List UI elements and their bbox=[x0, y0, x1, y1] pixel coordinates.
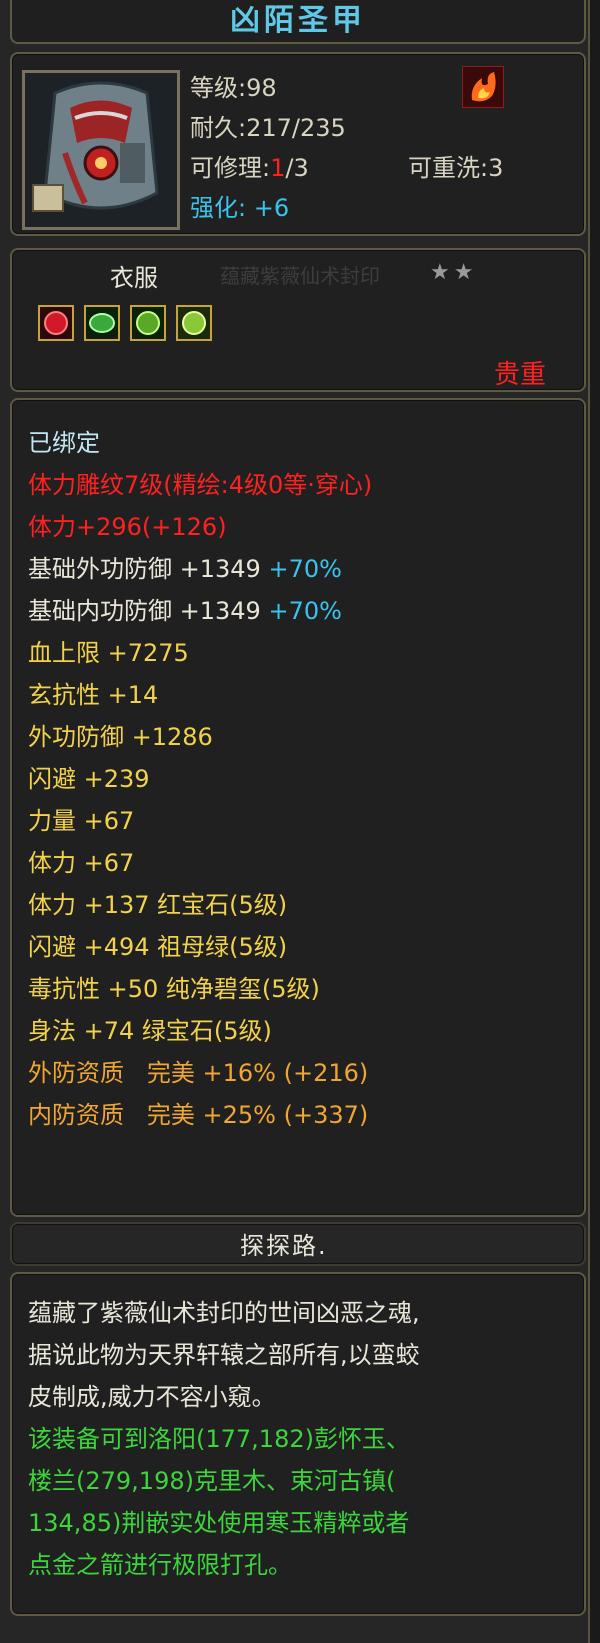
level-value: :98 bbox=[238, 74, 277, 102]
item-type: 衣服 bbox=[110, 264, 158, 292]
hint-line: 楼兰(279,198)克里木、束河古镇( bbox=[28, 1467, 396, 1495]
hint-line: 134,85)荆嵌实处使用寒玉精粹或者 bbox=[28, 1509, 410, 1537]
rewash-label: 可重洗 bbox=[408, 154, 480, 182]
armor-portrait-icon bbox=[22, 70, 180, 230]
repair-row: 可修理:1/3 bbox=[190, 148, 309, 183]
attr-extra: +70% bbox=[268, 597, 342, 625]
ruby-gem-icon bbox=[38, 305, 74, 341]
emerald-gem-icon bbox=[84, 305, 120, 341]
repair-used: 1 bbox=[270, 154, 286, 182]
enhance-row: 强化: +6 bbox=[190, 188, 289, 223]
hidden-text: 蕴藏紫薇仙术封印 bbox=[220, 264, 380, 288]
quality-attr-line: 内防资质 完美 +25% (+337) bbox=[28, 1101, 369, 1129]
base-outer-defense-line: 基础外功防御 +1349 +70% bbox=[28, 554, 342, 584]
item-name: 凶陌圣甲 bbox=[230, 3, 366, 38]
enhance-value: +6 bbox=[253, 194, 290, 222]
attr-line: 血上限 +7275 bbox=[28, 639, 189, 667]
attr-line: 力量 +67 bbox=[28, 807, 135, 835]
gem-attr-line: 身法 +74 绿宝石(5级) bbox=[28, 1017, 272, 1045]
fire-emblem-icon bbox=[461, 65, 505, 109]
repair-label: 可修理 bbox=[190, 154, 262, 182]
quality-attr-line: 外防资质 完美 +16% (+216) bbox=[28, 1059, 369, 1087]
hint-line: 该装备可到洛阳(177,182)彭怀玉、 bbox=[28, 1425, 410, 1453]
attr-value: +1349 bbox=[179, 555, 261, 583]
base-inner-defense-line: 基础内功防御 +1349 +70% bbox=[28, 596, 342, 626]
repair-total: /3 bbox=[285, 154, 309, 182]
attr-line: 外功防御 +1286 bbox=[28, 723, 213, 751]
gem-attr-line: 体力 +137 红宝石(5级) bbox=[28, 891, 288, 919]
attr-label: 基础外功防御 bbox=[28, 555, 172, 583]
stamina-bonus-line: 体力+296(+126) bbox=[28, 513, 227, 541]
bound-status: 已绑定 bbox=[28, 429, 100, 457]
lore-line: 据说此物为天界轩辕之部所有,以蛮蛟 bbox=[28, 1341, 420, 1369]
repair-sep: : bbox=[262, 154, 271, 182]
gem-attr-line: 毒抗性 +50 纯净碧玺(5级) bbox=[28, 975, 320, 1003]
level-row: 等级:98 bbox=[190, 68, 277, 103]
enhance-label: 强化: bbox=[190, 194, 247, 222]
emerald-gem-icon bbox=[130, 305, 166, 341]
durability-row: 耐久:217/235 bbox=[190, 108, 346, 143]
gem-attr-line: 闪避 +494 祖母绿(5级) bbox=[28, 933, 288, 961]
attr-value: +1349 bbox=[179, 597, 261, 625]
hint-line: 点金之箭进行极限打孔。 bbox=[28, 1551, 292, 1579]
lore-line: 蕴藏了紫薇仙术封印的世间凶恶之魂, bbox=[28, 1299, 420, 1327]
star-rating: ★★ bbox=[430, 260, 478, 285]
item-title-bar: 凶陌圣甲 bbox=[10, 0, 586, 44]
durability-label: 耐久 bbox=[190, 114, 238, 142]
owner-name: 探探路. bbox=[240, 1232, 328, 1260]
attr-line: 闪避 +239 bbox=[28, 765, 150, 793]
rewash-value: :3 bbox=[480, 154, 504, 182]
attr-extra: +70% bbox=[268, 555, 342, 583]
lore-line: 皮制成,威力不容小窥。 bbox=[28, 1383, 276, 1411]
item-tooltip: 凶陌圣甲 等级:98 耐久:217/235 可修理:1/3 可重洗:3 强化: … bbox=[0, 0, 590, 1643]
attr-line: 体力 +67 bbox=[28, 849, 135, 877]
attr-label: 基础内功防御 bbox=[28, 597, 172, 625]
attr-line: 玄抗性 +14 bbox=[28, 681, 159, 709]
quality-label: 贵重 bbox=[494, 360, 547, 390]
carving-line: 体力雕纹7级(精绘:4级0等·穿心) bbox=[28, 471, 373, 499]
rewash-row: 可重洗:3 bbox=[408, 148, 503, 183]
jade-gem-icon bbox=[176, 305, 212, 341]
durability-value: :217/235 bbox=[238, 114, 346, 142]
level-label: 等级 bbox=[190, 74, 238, 102]
